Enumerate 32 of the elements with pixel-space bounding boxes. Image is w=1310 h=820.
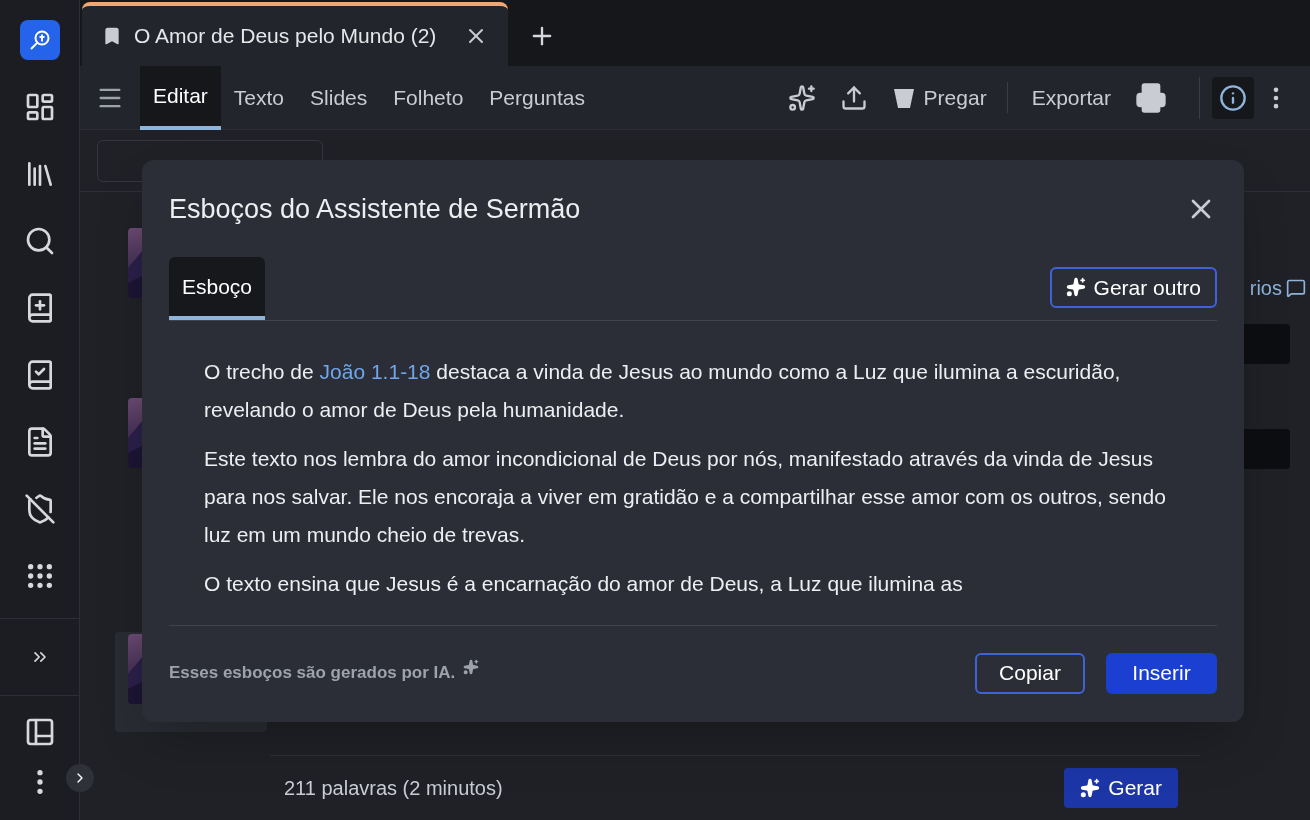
- dialog-title: Esboços do Assistente de Sermão: [169, 192, 581, 226]
- word-count: 211 palavras (2 minutos): [284, 776, 503, 801]
- view-tab[interactable]: Perguntas: [476, 65, 599, 130]
- document-tab[interactable]: O Amor de Deus pelo Mundo (2): [82, 2, 508, 66]
- sparkle-icon: [1065, 277, 1086, 298]
- generate-other-button[interactable]: Gerar outro: [1049, 266, 1217, 308]
- sparkle-icon[interactable]: [787, 83, 816, 112]
- ai-note: Esses esboços são gerados por IA.: [169, 662, 456, 685]
- outline-paragraph: Este texto nos lembra do amor incondicional de Deus por nós, manifestado através da vinda de Jesus para nos salvar. Ele nos encoraja a viver em gratidão e a compartilhar esse amor com os outros, sendo luz em um mundo cheio de trevas.: [204, 445, 1167, 548]
- outline-paragraph: O texto ensina que Jesus é a encarnação do amor de Deus, a Luz que ilumina as: [204, 570, 964, 597]
- sparkle-icon: [1080, 778, 1101, 798]
- generate-button[interactable]: Gerar: [1064, 768, 1178, 808]
- copy-button[interactable]: Copiar: [975, 652, 1085, 694]
- preach-button[interactable]: Pregar: [891, 81, 1008, 114]
- view-tab[interactable]: Folheto: [380, 65, 477, 130]
- document-icon: [102, 26, 122, 46]
- comment-icon: [1286, 278, 1306, 298]
- info-button[interactable]: [1212, 76, 1254, 119]
- search-cross-icon[interactable]: [19, 20, 60, 60]
- outline-tab[interactable]: Esboço: [169, 256, 266, 320]
- view-tab[interactable]: Editar: [140, 65, 221, 130]
- scripture-link[interactable]: João 1.1-18: [319, 359, 431, 383]
- share-icon[interactable]: [839, 83, 868, 112]
- outline-paragraph: O trecho de João 1.1-18 destaca a vinda de Jesus ao mundo como a Luz que ilumina a escuridão, revelando o amor de Deus pela humanidade.: [204, 358, 1122, 423]
- view-tab[interactable]: Texto: [220, 65, 298, 130]
- sparkle-icon: [463, 659, 480, 676]
- view-tab[interactable]: Slides: [297, 65, 381, 130]
- insert-button[interactable]: Inserir: [1106, 652, 1217, 694]
- export-button[interactable]: Exportar: [1031, 81, 1111, 114]
- info-icon: [1219, 83, 1247, 112]
- tab-title: O Amor de Deus pelo Mundo (2): [134, 23, 437, 50]
- collapse-button[interactable]: [66, 764, 94, 792]
